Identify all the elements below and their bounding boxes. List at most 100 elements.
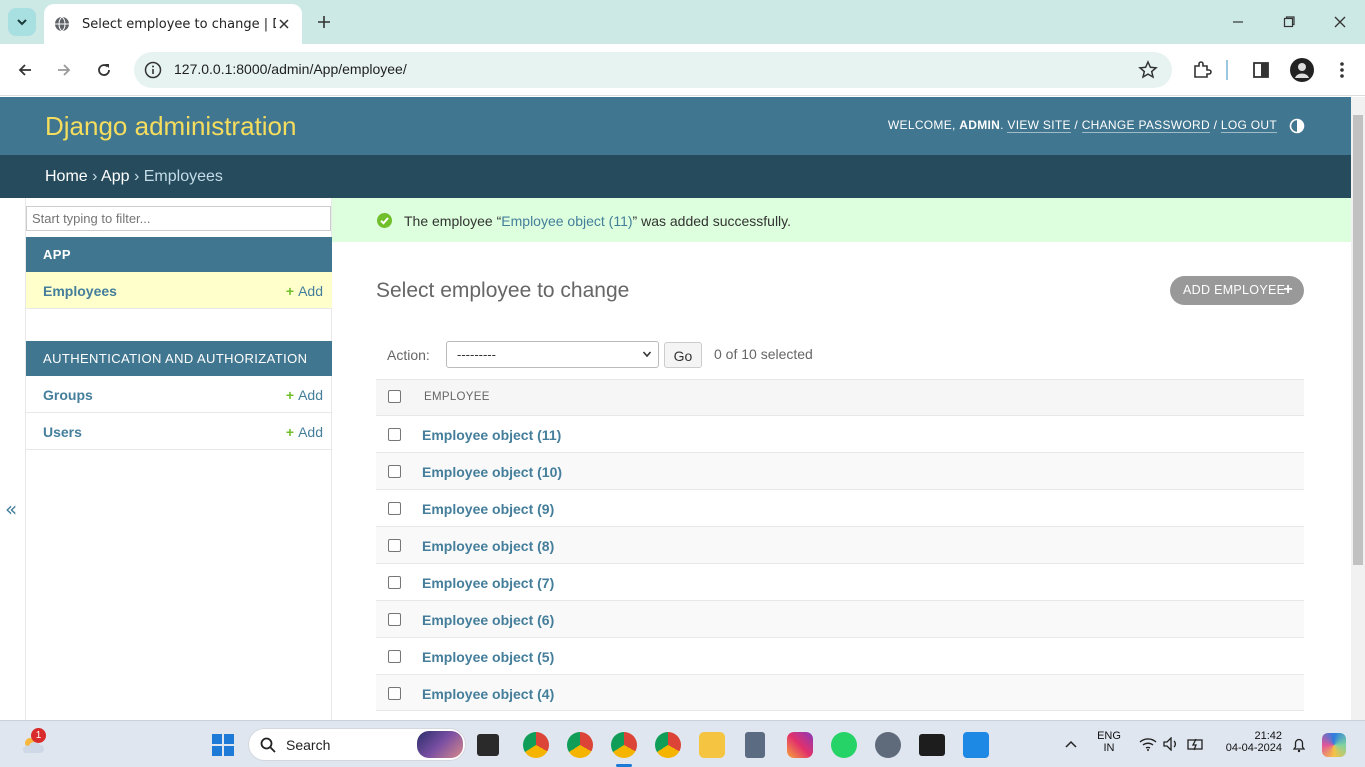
row-checkbox[interactable]: [388, 502, 401, 515]
scrollbar-thumb[interactable]: [1353, 115, 1363, 565]
forward-icon[interactable]: [52, 58, 76, 82]
sidebar-item-label[interactable]: Users: [43, 424, 82, 440]
add-group-link[interactable]: + Add: [286, 387, 323, 403]
windows-start-icon[interactable]: [211, 733, 235, 757]
side-panel-icon[interactable]: [1249, 58, 1273, 82]
sidebar-item-employees[interactable]: Employees + Add: [26, 272, 332, 309]
chrome-icon[interactable]: [655, 732, 681, 758]
notification-bell-icon[interactable]: [1291, 737, 1307, 753]
select-all-checkbox[interactable]: [388, 390, 401, 403]
module-caption-auth[interactable]: AUTHENTICATION AND AUTHORIZATION: [26, 341, 332, 376]
copilot-icon[interactable]: [1322, 733, 1346, 757]
file-explorer-icon[interactable]: [699, 732, 725, 758]
terminal-icon[interactable]: [919, 734, 945, 756]
chrome-icon[interactable]: [523, 732, 549, 758]
theme-toggle-icon[interactable]: [1289, 118, 1305, 134]
row-checkbox[interactable]: [388, 576, 401, 589]
message-object-link[interactable]: Employee object (11): [501, 213, 632, 229]
site-branding[interactable]: Django administration: [45, 111, 296, 142]
sidebar-item-label[interactable]: Employees: [43, 283, 117, 299]
search-icon: [260, 737, 276, 753]
add-employee-link[interactable]: + Add: [286, 283, 323, 299]
reload-icon[interactable]: [92, 58, 116, 82]
employee-link[interactable]: Employee object (7): [422, 575, 554, 591]
row-checkbox[interactable]: [388, 465, 401, 478]
volume-icon[interactable]: [1163, 737, 1179, 751]
address-bar[interactable]: 127.0.0.1:8000/admin/App/employee/: [134, 52, 1172, 88]
menu-dots-icon[interactable]: [1330, 58, 1354, 82]
calculator-icon[interactable]: [745, 732, 765, 758]
action-select[interactable]: ---------: [446, 341, 659, 368]
employee-link[interactable]: Employee object (10): [422, 464, 562, 480]
success-message: The employee “Employee object (11)” was …: [332, 198, 1351, 242]
sidebar-item-users[interactable]: Users + Add: [26, 413, 332, 450]
battery-icon[interactable]: [1187, 736, 1205, 752]
whatsapp-icon[interactable]: [831, 732, 857, 758]
row-checkbox[interactable]: [388, 650, 401, 663]
employee-link[interactable]: Employee object (11): [422, 427, 561, 443]
browser-tab-active[interactable]: Select employee to change | Dj: [44, 4, 302, 44]
breadcrumb-home[interactable]: Home: [45, 168, 88, 185]
breadcrumb-current: Employees: [143, 168, 223, 185]
row-checkbox[interactable]: [388, 539, 401, 552]
taskbar-search[interactable]: Search: [248, 728, 466, 761]
employee-link[interactable]: Employee object (6): [422, 612, 554, 628]
breadcrumb-app[interactable]: App: [101, 168, 129, 185]
nav-sidebar: APP Employees +Add AUTHENTICATION AND AU…: [25, 198, 332, 720]
add-user-link[interactable]: + Add: [286, 424, 323, 440]
close-tab-icon[interactable]: [276, 16, 292, 32]
row-checkbox[interactable]: [388, 613, 401, 626]
chrome-active-icon[interactable]: [611, 732, 637, 758]
language-indicator[interactable]: ENG IN: [1094, 730, 1124, 754]
close-window-icon[interactable]: [1330, 12, 1350, 32]
table-row: Employee object (7): [376, 564, 1304, 601]
module-caption-app[interactable]: APP: [26, 237, 332, 272]
weather-widget[interactable]: 1: [20, 728, 46, 757]
row-checkbox[interactable]: [388, 428, 401, 441]
chrome-icon[interactable]: [567, 732, 593, 758]
table-row: Employee object (4): [376, 675, 1304, 711]
wifi-icon[interactable]: [1139, 737, 1157, 751]
log-out-link[interactable]: LOG OUT: [1220, 118, 1277, 133]
view-site-link[interactable]: VIEW SITE: [1007, 118, 1071, 133]
employee-link[interactable]: Employee object (5): [422, 649, 554, 665]
toggle-nav-sidebar[interactable]: «: [5, 497, 17, 521]
globe-icon: [55, 16, 69, 32]
add-employee-button[interactable]: ADD EMPLOYEE +: [1170, 276, 1304, 305]
sidebar-item-label[interactable]: Groups: [43, 387, 93, 403]
table-row: Employee object (8): [376, 527, 1304, 564]
bookmark-star-icon[interactable]: [1138, 60, 1158, 80]
instagram-icon[interactable]: [787, 732, 813, 758]
profile-avatar[interactable]: [1290, 58, 1314, 82]
extensions-icon[interactable]: [1190, 58, 1214, 82]
clock-time: 21:42: [1254, 730, 1282, 742]
chevron-down-icon: [17, 19, 27, 26]
welcome-text: WELCOME,: [887, 118, 960, 132]
row-checkbox[interactable]: [388, 687, 401, 700]
change-password-link[interactable]: CHANGE PASSWORD: [1081, 118, 1210, 133]
site-info-icon[interactable]: [144, 61, 162, 79]
go-button[interactable]: Go: [664, 342, 702, 368]
settings-gear-icon[interactable]: [875, 732, 901, 758]
vscode-icon[interactable]: [963, 732, 989, 758]
nav-filter-input[interactable]: [26, 206, 331, 231]
minimize-icon[interactable]: [1228, 12, 1248, 32]
page-scrollbar[interactable]: [1351, 97, 1365, 720]
employee-link[interactable]: Employee object (4): [422, 686, 554, 702]
employee-link[interactable]: Employee object (9): [422, 501, 554, 517]
task-view-icon[interactable]: [477, 734, 499, 756]
sidebar-item-groups[interactable]: Groups + Add: [26, 376, 332, 413]
message-text: The employee “Employee object (11)” was …: [404, 213, 792, 229]
column-header-employee[interactable]: EMPLOYEE: [424, 391, 490, 403]
chevron-up-icon[interactable]: [1064, 739, 1078, 749]
clock[interactable]: 21:42 04-04-2024: [1218, 730, 1282, 754]
tab-search-button[interactable]: [8, 8, 36, 36]
plus-icon: +: [285, 424, 295, 440]
url-text[interactable]: 127.0.0.1:8000/admin/App/employee/: [174, 61, 407, 77]
breadcrumb: Home › App › Employees: [0, 155, 1351, 198]
search-highlight-image: [417, 731, 463, 758]
back-icon[interactable]: [13, 58, 37, 82]
employee-link[interactable]: Employee object (8): [422, 538, 554, 554]
restore-icon[interactable]: [1279, 12, 1299, 32]
new-tab-icon[interactable]: [314, 12, 334, 32]
